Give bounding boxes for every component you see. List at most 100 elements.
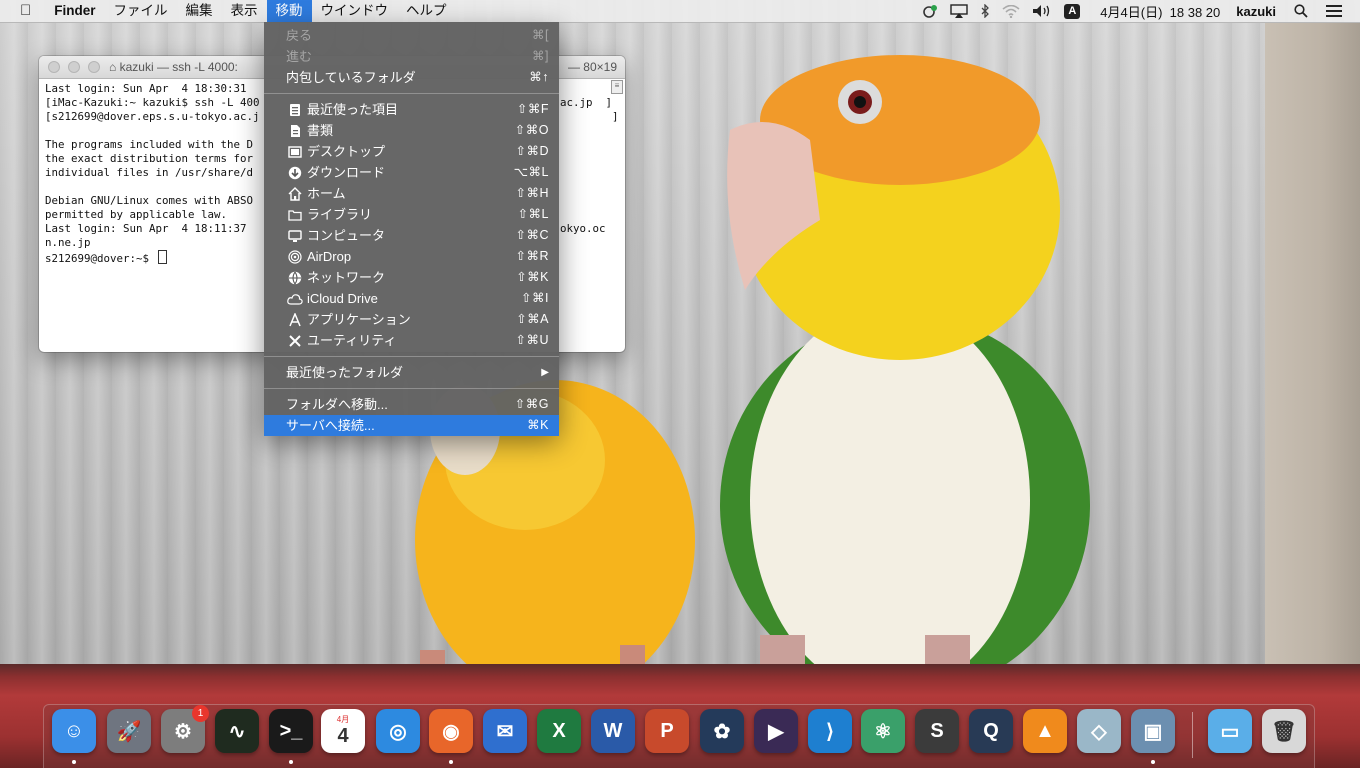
menu-window[interactable]: ウインドウ	[312, 0, 398, 22]
menu-item-label: 書類	[307, 123, 334, 138]
menu-item-4[interactable]: 書類 ⇧⌘O	[264, 120, 559, 141]
dock-running-indicator	[72, 760, 76, 764]
menu-item-label: アプリケーション	[307, 312, 411, 327]
dock-vs-code-icon[interactable]: ⟩	[808, 709, 852, 753]
documents-icon	[286, 122, 303, 139]
menu-item-label: コンピュータ	[307, 228, 386, 243]
dock-activity-monitor-icon[interactable]: ∿	[215, 709, 259, 753]
volume-icon[interactable]	[1026, 4, 1058, 18]
menu-file[interactable]: ファイル	[105, 0, 177, 22]
menu-item-label: ホーム	[307, 186, 346, 201]
terminal-cursor	[157, 250, 167, 264]
dock-preview-icon[interactable]: ▣	[1131, 709, 1175, 753]
terminal-line-tail: ac.jp ]	[560, 96, 613, 109]
home-icon	[286, 185, 303, 202]
menu-item-12[interactable]: iCloud Drive ⇧⌘I	[264, 288, 559, 309]
dock-safari-icon[interactable]: ◎	[376, 709, 420, 753]
menu-item-9[interactable]: コンピュータ ⇧⌘C	[264, 225, 559, 246]
dock-running-indicator	[449, 760, 453, 764]
menu-help[interactable]: ヘルプ	[397, 0, 456, 22]
dock-running-indicator	[289, 760, 293, 764]
menu-bar:  Finder ファイル 編集 表示 移動 ウインドウ ヘルプ A 4月4日(…	[0, 0, 1360, 23]
menu-item-15[interactable]: 最近使ったフォルダ ▶	[264, 362, 559, 383]
menu-item-17[interactable]: サーバへ接続... ⌘K	[264, 415, 559, 436]
menu-item-shortcut: ⇧⌘C	[515, 228, 549, 242]
dock-grapher-icon[interactable]: ◇	[1077, 709, 1121, 753]
spotlight-search-icon[interactable]	[1282, 4, 1314, 18]
menu-item-8[interactable]: ライブラリ ⇧⌘L	[264, 204, 559, 225]
dock-vlc-icon[interactable]: ▲	[1023, 709, 1067, 753]
menu-finder[interactable]: Finder	[45, 0, 104, 22]
dock-terminal-icon[interactable]: >_	[269, 709, 313, 753]
menu-item-14[interactable]: ユーティリティ ⇧⌘U	[264, 330, 559, 351]
clock[interactable]: 4月4日(日) 18 38 20	[1086, 2, 1226, 21]
home-folder-icon: ⌂	[109, 60, 117, 74]
dock-premiere-elements-icon[interactable]: ▶	[754, 709, 798, 753]
terminal-line-tail: ]	[560, 110, 619, 123]
menu-item-3[interactable]: 最近使った項目 ⇧⌘F	[264, 99, 559, 120]
dock-word-icon[interactable]: W	[591, 709, 635, 753]
menu-item-6[interactable]: ダウンロード ⌥⌘L	[264, 162, 559, 183]
dock-powerpoint-icon[interactable]: P	[645, 709, 689, 753]
menu-item-label: 進む	[286, 49, 313, 64]
minimize-window-button[interactable]	[68, 61, 80, 73]
menu-view[interactable]: 表示	[222, 0, 267, 22]
menu-item-7[interactable]: ホーム ⇧⌘H	[264, 183, 559, 204]
status-app-icon[interactable]	[916, 4, 944, 18]
menu-item-13[interactable]: アプリケーション ⇧⌘A	[264, 309, 559, 330]
dock-app-glyph: ✿	[713, 720, 731, 743]
menu-item-label: 最近使った項目	[307, 102, 399, 117]
airdrop-icon	[286, 248, 303, 265]
dock-atom-icon[interactable]: ⚛	[861, 709, 905, 753]
calendar-month-label: 4月	[336, 715, 350, 724]
menu-item-16[interactable]: フォルダへ移動... ⇧⌘G	[264, 394, 559, 415]
dock-launchpad-icon[interactable]: 🚀	[107, 709, 151, 753]
dock-firefox-icon[interactable]: ◉	[429, 709, 473, 753]
close-window-button[interactable]	[48, 61, 60, 73]
dock-photoshop-elements-icon[interactable]: ✿	[700, 709, 744, 753]
menu-item-shortcut: ⌘K	[527, 418, 549, 432]
dock-sublime-text-icon[interactable]: S	[915, 709, 959, 753]
zoom-window-button[interactable]	[88, 61, 100, 73]
menu-item-shortcut: ⇧⌘R	[515, 249, 549, 263]
menu-item-shortcut: ⇧⌘U	[515, 333, 549, 347]
dock-separator	[1192, 712, 1193, 758]
dock-finder-icon[interactable]: ☺	[52, 709, 96, 753]
wifi-icon[interactable]	[996, 4, 1026, 18]
menu-item-shortcut: ⇧⌘F	[516, 102, 549, 116]
submenu-arrow-icon: ▶	[541, 367, 549, 378]
notification-center-icon[interactable]	[1314, 5, 1348, 17]
apple-menu-icon[interactable]: 	[0, 0, 45, 22]
bluetooth-icon[interactable]	[974, 4, 996, 18]
menu-item-2[interactable]: 内包しているフォルダ ⌘↑	[264, 67, 559, 88]
cloud-icon	[286, 290, 303, 307]
menu-item-11[interactable]: ネットワーク ⇧⌘K	[264, 267, 559, 288]
dock-trash-icon[interactable]: 🗑	[1262, 709, 1306, 753]
dock-running-indicator	[1151, 760, 1155, 764]
menu-item-5[interactable]: デスクトップ ⇧⌘D	[264, 141, 559, 162]
computer-icon	[286, 227, 303, 244]
dock-excel-icon[interactable]: X	[537, 709, 581, 753]
user-name[interactable]: kazuki	[1226, 4, 1282, 19]
folder-icon	[286, 206, 303, 223]
dock-app-glyph: ◉	[442, 720, 460, 743]
dock-quicktime-icon[interactable]: Q	[969, 709, 1013, 753]
dock-app-glyph: X	[552, 719, 566, 742]
airplay-icon[interactable]	[944, 4, 974, 18]
menu-item-label: ネットワーク	[307, 270, 386, 285]
menu-item-shortcut: ⇧⌘K	[516, 270, 549, 284]
menu-separator	[264, 356, 559, 357]
dock-downloads-icon[interactable]: ▭	[1208, 709, 1252, 753]
dock-app-glyph: ▶	[768, 720, 784, 743]
dock-system-preferences-icon[interactable]: ⚙ 1	[161, 705, 209, 753]
menu-edit[interactable]: 編集	[177, 0, 222, 22]
input-source-icon[interactable]: A	[1058, 3, 1086, 19]
dock-app-glyph: ⚙	[174, 720, 192, 743]
dock-app-glyph: 4	[337, 725, 349, 747]
dock-calendar-icon[interactable]: 4月 4	[321, 709, 365, 753]
menu-go[interactable]: 移動	[266, 0, 312, 22]
dock-thunderbird-icon[interactable]: ✉	[483, 709, 527, 753]
dock-app-glyph: Q	[983, 719, 999, 742]
menu-item-10[interactable]: AirDrop ⇧⌘R	[264, 246, 559, 267]
menu-item-shortcut: ⇧⌘H	[515, 186, 549, 200]
